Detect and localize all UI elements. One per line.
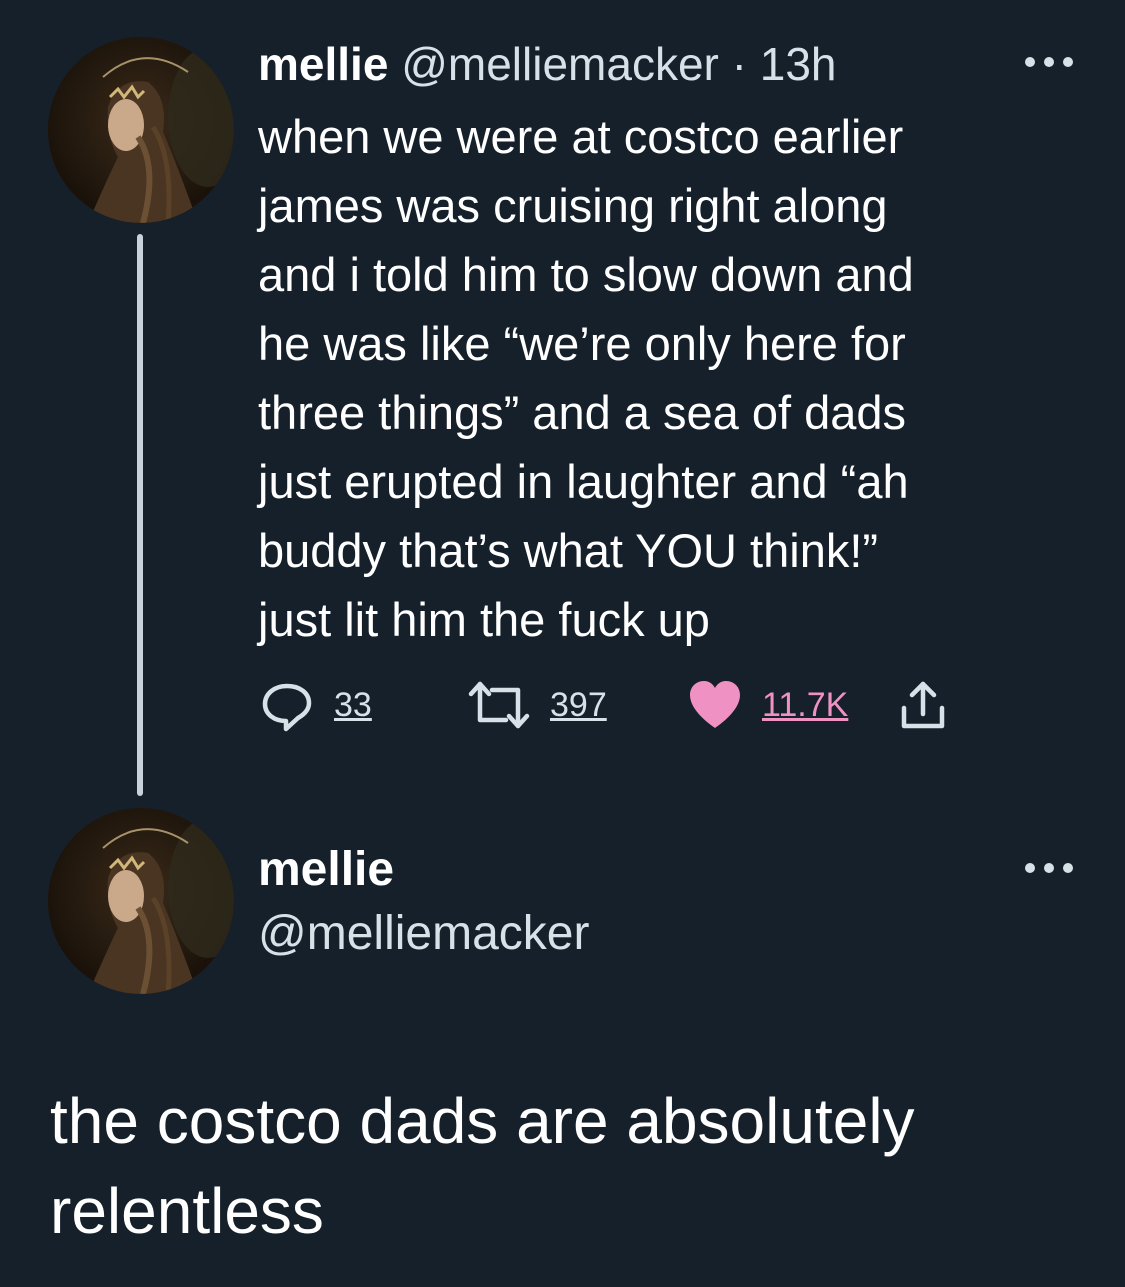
more-dot <box>1025 863 1035 873</box>
heart-icon <box>690 681 740 728</box>
reply-text: the costco dads are absolutely relentles… <box>50 1085 915 1247</box>
more-dot <box>1025 57 1035 67</box>
separator-dot: · <box>731 38 747 90</box>
first-tweet: mellie @melliemacker · 13h when we were … <box>0 0 1125 800</box>
retweet-icon <box>468 681 530 729</box>
share-button[interactable] <box>898 676 948 734</box>
more-horizontal-icon[interactable] <box>1025 858 1073 878</box>
tweet-actions: 33 397 11.7K <box>258 676 978 736</box>
retweet-button[interactable]: 397 <box>466 676 607 734</box>
more-dot <box>1044 57 1054 67</box>
avatar-painting <box>48 37 234 223</box>
like-button[interactable]: 11.7K <box>686 676 848 734</box>
display-name[interactable]: mellie <box>258 842 394 897</box>
avatar[interactable] <box>48 37 234 223</box>
more-dot <box>1063 57 1073 67</box>
handle[interactable]: @melliemacker <box>401 38 719 90</box>
reply-count[interactable]: 33 <box>334 686 372 725</box>
tweet-header: mellie @melliemacker · 13h <box>258 38 837 90</box>
retweet-count[interactable]: 397 <box>550 686 607 725</box>
reply-icon <box>262 683 312 732</box>
more-horizontal-icon[interactable] <box>1025 52 1073 72</box>
thread-line <box>137 234 143 796</box>
display-name[interactable]: mellie <box>258 38 388 90</box>
more-dot <box>1044 863 1054 873</box>
more-dot <box>1063 863 1073 873</box>
like-count[interactable]: 11.7K <box>762 686 848 725</box>
handle[interactable]: @melliemacker <box>258 906 589 961</box>
avatar[interactable] <box>48 808 234 994</box>
timestamp[interactable]: 13h <box>760 38 837 90</box>
share-icon <box>901 681 945 729</box>
avatar-painting <box>48 808 234 994</box>
tweet-text: when we were at costco earlier james was… <box>258 110 914 646</box>
reply-button[interactable]: 33 <box>258 676 372 734</box>
